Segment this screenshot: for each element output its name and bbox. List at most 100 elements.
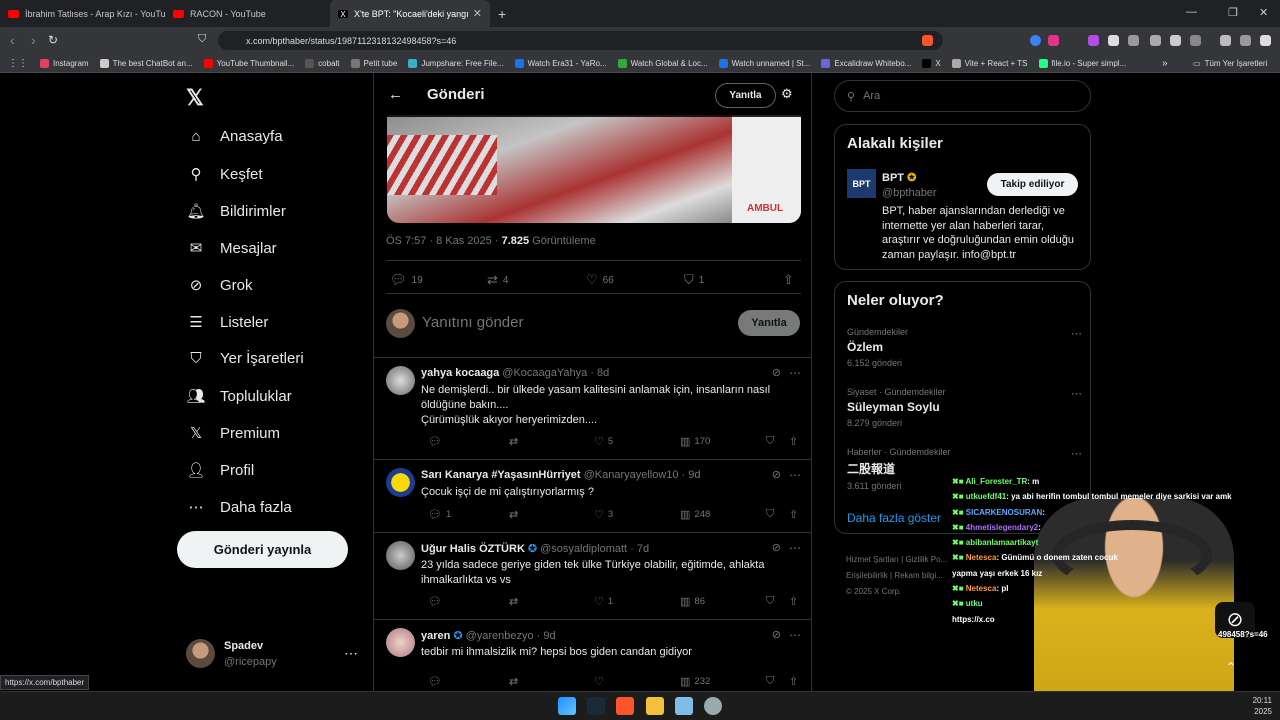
extension-icon[interactable]: [1128, 35, 1139, 46]
bookmark-action[interactable]: ⛉: [766, 675, 778, 688]
reply-action[interactable]: 💬︎: [428, 595, 446, 608]
reply-action[interactable]: 💬︎: [428, 435, 446, 448]
browser-tab[interactable]: İbrahim Tatlıses - Arap Kızı - YouTube: [0, 0, 165, 27]
music-icon[interactable]: [1220, 35, 1231, 46]
like-action[interactable]: ♡ 1: [594, 595, 613, 608]
reply-post[interactable]: yaren ✪ @yarenbezyo · 9d ⊘ ⋯ tedbir mi ihmals…: [374, 620, 811, 693]
trend-item[interactable]: Gündemdekiler Özlem 6.152 gönderi ⋯: [847, 327, 1082, 368]
reply-header-button[interactable]: Yanıtla: [715, 83, 776, 108]
bookmark-action[interactable]: ⛉: [766, 508, 778, 521]
bookmark-item[interactable]: X: [922, 58, 941, 68]
nav-item-keşfet[interactable]: ⚲ Keşfet: [186, 165, 263, 184]
bookmark-item[interactable]: Vite + React + TS: [951, 58, 1028, 68]
back-arrow-icon[interactable]: ←: [388, 86, 403, 103]
reply-action[interactable]: 💬︎ 1: [428, 508, 451, 521]
bookmark-item[interactable]: YouTube Thumbnail...: [203, 58, 294, 68]
apps-icon[interactable]: ⋮⋮: [8, 58, 28, 69]
reply-post[interactable]: Uğur Halis ÖZTÜRK ✪ @sosyaldiplomatt · 7d ⊘…: [374, 533, 811, 620]
browser-tab-active[interactable]: XX'te BPT: "Kocaeli'deki yangında✕: [330, 0, 490, 27]
reply-post[interactable]: Sarı Kanarya #YaşasınHürriyet @Kanaryayel…: [374, 460, 811, 533]
nav-item-grok[interactable]: ⊘ Grok: [186, 276, 253, 295]
post-media-image[interactable]: AMBUL: [387, 115, 801, 223]
share-action[interactable]: ⇧: [789, 508, 802, 521]
browser-tab[interactable]: RACON - YouTube: [165, 0, 330, 27]
like-action[interactable]: ♡: [594, 675, 608, 688]
close-tab-icon[interactable]: ✕: [473, 7, 482, 20]
bookmark-item[interactable]: cobalt: [305, 58, 340, 68]
more-icon[interactable]: ⋯: [789, 541, 801, 555]
bpt-avatar[interactable]: BPT: [847, 169, 876, 198]
nav-item-listeler[interactable]: ☰ Listeler: [186, 313, 268, 332]
nav-item-profil[interactable]: 👤︎ Profil: [186, 461, 254, 480]
nav-item-yer-i̇şaretleri[interactable]: ⛉ Yer İşaretleri: [186, 350, 303, 367]
more-icon[interactable]: ⋯: [1071, 387, 1082, 400]
nav-item-mesajlar[interactable]: ✉ Mesajlar: [186, 239, 277, 258]
reply-author-name[interactable]: yaren: [421, 630, 450, 642]
new-tab-button[interactable]: +: [498, 6, 506, 22]
more-icon[interactable]: ⋯: [789, 468, 801, 482]
reply-submit-button[interactable]: Yanıtla: [738, 310, 800, 336]
repost-action[interactable]: ⇄ 4: [487, 272, 508, 288]
repost-action[interactable]: ⇄: [509, 595, 522, 608]
all-bookmarks[interactable]: ▭ Tüm Yer İşaretleri: [1193, 59, 1267, 68]
views-action[interactable]: ▥ 232: [680, 675, 710, 688]
nav-item-bildirimler[interactable]: 🔔︎ Bildirimler: [186, 202, 285, 221]
reload-icon[interactable]: ↻: [48, 33, 58, 47]
windows-start-icon[interactable]: [558, 697, 576, 715]
menu-icon[interactable]: [1260, 35, 1271, 46]
scroll-up-icon[interactable]: ⌃: [1226, 660, 1236, 674]
more-icon[interactable]: ⋯: [1071, 447, 1082, 460]
like-action[interactable]: ♡ 66: [586, 272, 614, 288]
search-input[interactable]: ⚲ Ara: [834, 80, 1091, 112]
following-button[interactable]: Takip ediliyor: [987, 173, 1078, 196]
extension-icon[interactable]: [1108, 35, 1119, 46]
share-action[interactable]: ⇧: [789, 595, 802, 608]
views-action[interactable]: ▥ 86: [680, 595, 705, 608]
views-action[interactable]: ▥ 248: [680, 508, 710, 521]
brave-icon[interactable]: [616, 697, 634, 715]
nav-item-daha-fazla[interactable]: ⋯ Daha fazla: [186, 498, 292, 517]
profile-name[interactable]: BPT: [882, 172, 904, 184]
nav-item-premium[interactable]: 𝕏 Premium: [186, 424, 280, 443]
repost-action[interactable]: ⇄: [509, 508, 522, 521]
avatar[interactable]: [386, 366, 415, 395]
bookmark-item[interactable]: Watch Global & Loc...: [617, 58, 708, 68]
like-action[interactable]: ♡ 5: [594, 435, 613, 448]
sidebar-icon[interactable]: [1190, 35, 1201, 46]
reply-input[interactable]: Yanıtını gönder: [422, 314, 523, 331]
bookmark-item[interactable]: Watch Era31 - YaRo...: [514, 58, 607, 68]
avatar[interactable]: [386, 468, 415, 497]
share-action[interactable]: ⇧: [789, 675, 802, 688]
grok-icon[interactable]: ⊘: [772, 628, 781, 641]
repost-action[interactable]: ⇄: [509, 435, 522, 448]
bookmark-item[interactable]: Jumpshare: Free File...: [408, 58, 504, 68]
extension-icon[interactable]: [1088, 35, 1099, 46]
bookmark-action[interactable]: ⛉: [766, 595, 778, 608]
post-button[interactable]: Gönderi yayınla: [177, 531, 348, 568]
share-action[interactable]: ⇧: [783, 272, 799, 288]
bookmarks-overflow-icon[interactable]: »: [1162, 58, 1168, 69]
grok-icon[interactable]: ⊘: [772, 468, 781, 481]
brave-shield-icon[interactable]: [922, 35, 933, 46]
settings-sliders-icon[interactable]: ⚙: [781, 86, 793, 102]
views-action[interactable]: ▥ 170: [680, 435, 710, 448]
minimize-button[interactable]: —: [1186, 6, 1197, 18]
account-switcher[interactable]: Spadev @ricepapy ⋯: [186, 639, 371, 673]
x-logo-icon[interactable]: 𝕏: [186, 85, 204, 111]
app-icon[interactable]: [675, 697, 693, 715]
grok-icon[interactable]: ⊘: [772, 366, 781, 379]
bookmark-item[interactable]: The best ChatBot an...: [99, 58, 193, 68]
share-action[interactable]: ⇧: [789, 435, 802, 448]
bookmark-item[interactable]: Instagram: [40, 58, 89, 68]
bookmark-item[interactable]: Excalidraw Whitebo...: [821, 58, 911, 68]
bookmark-page-icon[interactable]: ⛉: [198, 33, 206, 46]
bookmark-item[interactable]: Petit tube: [350, 58, 397, 68]
reply-action[interactable]: 💬︎ 19: [390, 272, 423, 288]
bookmark-item[interactable]: Watch unnamed | St...: [718, 58, 810, 68]
file-explorer-icon[interactable]: [646, 697, 664, 715]
url-input[interactable]: x.com/bpthaber/status/198711231813249845…: [218, 31, 943, 50]
nav-item-anasayfa[interactable]: ⌂ Anasayfa: [186, 128, 282, 145]
close-window-button[interactable]: ✕: [1259, 6, 1268, 19]
more-icon[interactable]: ⋯: [789, 628, 801, 642]
reply-author-name[interactable]: Uğur Halis ÖZTÜRK: [421, 543, 525, 555]
